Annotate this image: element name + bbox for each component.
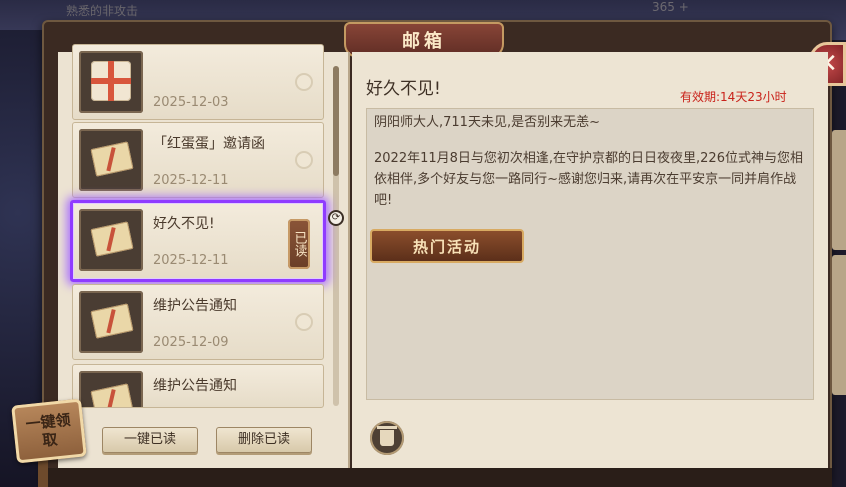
side-tab-upper[interactable]	[832, 130, 846, 250]
mail-thumbnail	[79, 371, 143, 407]
unread-mark-icon	[295, 151, 313, 169]
window-title: 邮箱	[402, 31, 446, 52]
mail-title: 「红蛋蛋」邀请函	[153, 136, 265, 152]
claim-all-button[interactable]: 一键领取	[11, 398, 87, 464]
envelope-icon	[90, 141, 134, 177]
mail-item[interactable]: 「红蛋蛋」邀请函 2025-12-11	[72, 122, 324, 198]
gift-box-icon	[91, 61, 131, 101]
mail-date: 2025-12-03	[153, 95, 229, 110]
mail-thumbnail	[79, 129, 143, 191]
header-faded-text: 熟悉的非攻击	[66, 4, 139, 18]
hot-activity-button[interactable]: 热门活动	[370, 229, 524, 263]
mail-item[interactable]: 2025-12-03	[72, 44, 324, 120]
delete-read-button[interactable]: 删除已读	[216, 427, 312, 453]
header-faded-number: 365 +	[652, 0, 689, 14]
mail-title: 好久不见!	[153, 216, 215, 232]
unread-mark-icon	[295, 73, 313, 91]
message-body: 2022年11月8日与您初次相逢,在守护京都的日日夜夜里,226位式神与您相依相…	[374, 151, 803, 208]
mail-title: 维护公告通知	[153, 298, 237, 314]
mail-thumbnail	[79, 291, 143, 353]
mail-item-selected[interactable]: 好久不见! 2025-12-11 已读	[70, 200, 326, 282]
mail-title: 维护公告通知	[153, 378, 237, 394]
window-bottom-bar	[42, 468, 832, 487]
scrollbar-thumb[interactable]	[333, 66, 339, 176]
mail-date: 2025-12-11	[153, 173, 229, 188]
mail-thumbnail	[79, 51, 143, 113]
trash-icon	[377, 426, 397, 446]
read-tag: 已读	[288, 219, 310, 269]
validity-value: 14天23小时	[720, 90, 787, 104]
message-greeting: 阴阳师大人,711天未见,是否别来无恙~	[374, 115, 600, 130]
unread-mark-icon	[295, 313, 313, 331]
envelope-icon	[90, 221, 134, 257]
mail-thumbnail	[79, 209, 143, 271]
validity-info: 有效期:14天23小时	[680, 88, 787, 105]
mail-date: 2025-12-09	[153, 335, 229, 350]
validity-label: 有效期:	[680, 90, 721, 104]
delete-mail-button[interactable]	[370, 421, 404, 455]
mail-date: 2025-12-11	[153, 253, 229, 268]
link-icon: ⟳	[328, 210, 344, 226]
envelope-icon	[90, 383, 134, 407]
mail-item[interactable]: 维护公告通知	[72, 364, 324, 408]
mail-item[interactable]: 维护公告通知 2025-12-09	[72, 284, 324, 360]
read-all-button[interactable]: 一键已读	[102, 427, 198, 453]
mail-detail-title: 好久不见!	[366, 79, 441, 99]
envelope-icon	[90, 303, 134, 339]
side-tab-lower[interactable]	[832, 255, 846, 395]
